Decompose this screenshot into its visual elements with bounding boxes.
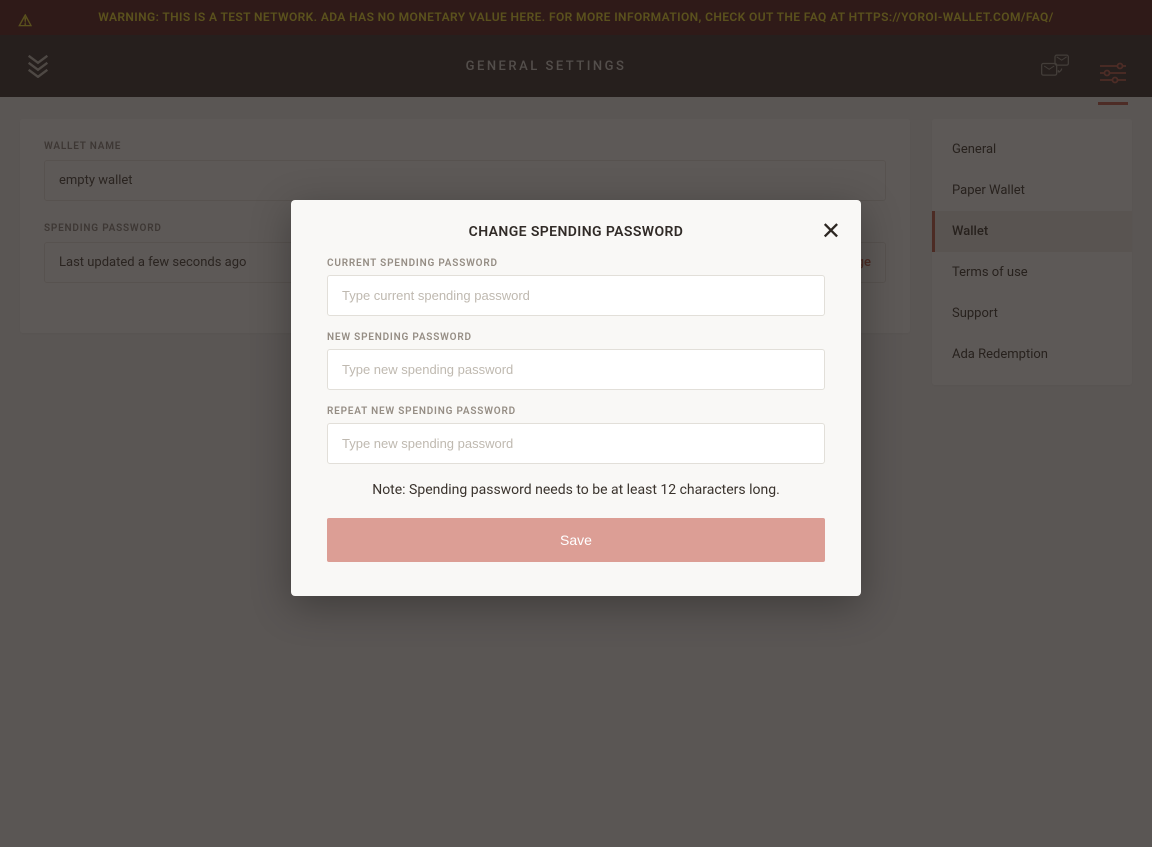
change-password-modal: CHANGE SPENDING PASSWORD ✕ CURRENT SPEND… bbox=[291, 200, 861, 596]
current-password-field: CURRENT SPENDING PASSWORD bbox=[327, 258, 825, 316]
repeat-password-label: REPEAT NEW SPENDING PASSWORD bbox=[327, 406, 825, 417]
password-note: Note: Spending password needs to be at l… bbox=[327, 482, 825, 498]
close-icon[interactable]: ✕ bbox=[821, 220, 841, 244]
current-password-input[interactable] bbox=[327, 275, 825, 316]
save-button[interactable]: Save bbox=[327, 518, 825, 562]
new-password-label: NEW SPENDING PASSWORD bbox=[327, 332, 825, 343]
new-password-input[interactable] bbox=[327, 349, 825, 390]
modal-overlay[interactable]: CHANGE SPENDING PASSWORD ✕ CURRENT SPEND… bbox=[0, 0, 1152, 847]
modal-title: CHANGE SPENDING PASSWORD bbox=[327, 224, 825, 240]
repeat-password-field: REPEAT NEW SPENDING PASSWORD bbox=[327, 406, 825, 464]
new-password-field: NEW SPENDING PASSWORD bbox=[327, 332, 825, 390]
repeat-password-input[interactable] bbox=[327, 423, 825, 464]
current-password-label: CURRENT SPENDING PASSWORD bbox=[327, 258, 825, 269]
